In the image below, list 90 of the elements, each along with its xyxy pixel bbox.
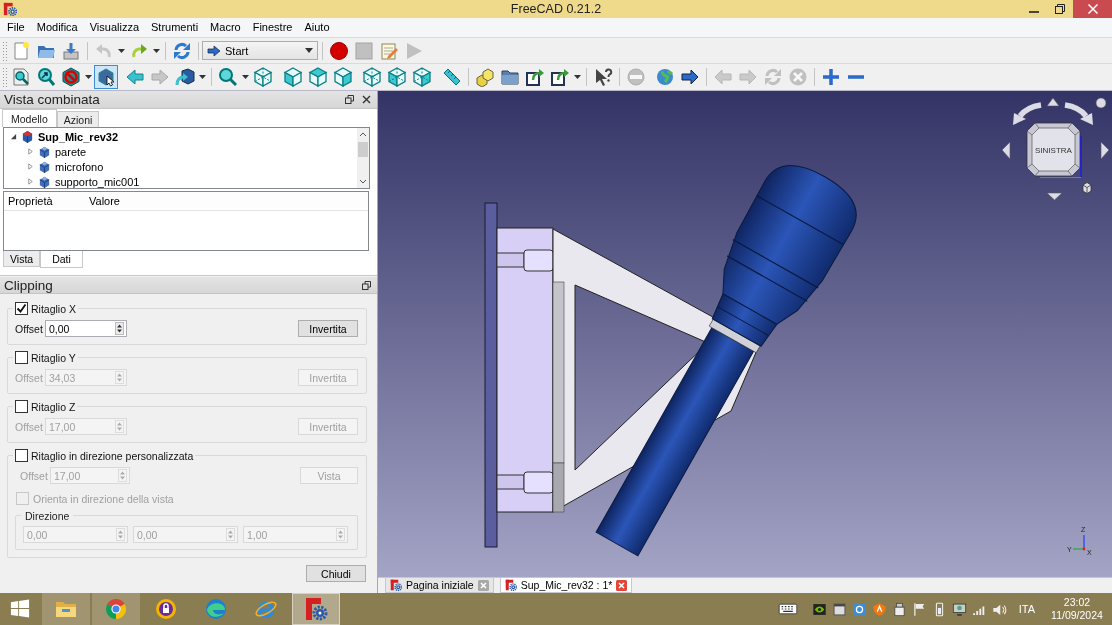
lock-badge-icon xyxy=(154,597,178,621)
axis-lines-drawing xyxy=(1072,534,1086,551)
panel-title: Clipping xyxy=(4,277,54,293)
zoom-icon[interactable] xyxy=(216,65,240,89)
close-icon xyxy=(1087,4,1098,14)
up-arrow-icon[interactable] xyxy=(1046,97,1060,107)
clock-time[interactable]: 23:02 xyxy=(1063,596,1091,609)
clock-date[interactable]: 11/09/2024 xyxy=(1051,609,1103,622)
app-logo-icon xyxy=(504,579,517,591)
spin-arrows-icon[interactable] xyxy=(115,322,124,335)
isometric-view-icon[interactable] xyxy=(251,65,275,89)
swirl-icon xyxy=(204,597,228,621)
caret-icon xyxy=(305,48,313,53)
group-label: Direzione xyxy=(24,509,71,522)
rotate-right-icon[interactable] xyxy=(1064,102,1093,125)
expander-icon[interactable] xyxy=(10,133,17,140)
rear-view-icon[interactable] xyxy=(360,65,384,89)
checkbox[interactable] xyxy=(15,302,28,315)
solid-icon xyxy=(38,160,51,173)
window-title: FreeCAD 0.21.2 xyxy=(510,2,602,16)
menu-item[interactable]: File xyxy=(1,19,31,36)
column-header[interactable]: Proprietà xyxy=(4,195,85,207)
workbench-dropdown[interactable]: Start xyxy=(202,41,318,60)
float-icon[interactable] xyxy=(345,95,354,104)
bottom-view-icon[interactable] xyxy=(385,65,409,89)
close-icon[interactable] xyxy=(616,579,628,591)
solid-icon xyxy=(38,175,51,188)
panel-title: Vista combinata xyxy=(4,92,101,107)
pin xyxy=(496,249,554,272)
spin-box[interactable]: 0,00 xyxy=(45,320,127,337)
menu-item[interactable]: Modifica xyxy=(30,19,84,36)
tab[interactable]: Azioni xyxy=(56,111,100,127)
tree-item[interactable]: parete xyxy=(55,145,87,158)
field-label: Offset xyxy=(15,371,44,384)
cube-face-label: SINISTRA xyxy=(1035,145,1072,155)
invert-button[interactable]: Invertita xyxy=(298,320,358,337)
tree-item[interactable]: supporto_mic001 xyxy=(55,175,140,188)
menu-item[interactable]: Macro xyxy=(204,19,247,36)
tab[interactable]: Modello xyxy=(2,109,57,127)
column-header[interactable]: Valore xyxy=(85,195,166,207)
checkbox[interactable] xyxy=(15,400,28,413)
view-cube[interactable] xyxy=(1026,122,1082,179)
tree-item[interactable]: Sup_Mic_rev32 xyxy=(38,130,119,143)
checkbox[interactable] xyxy=(15,449,28,462)
left-view-icon[interactable] xyxy=(410,65,434,89)
document-tab[interactable]: Pagina iniziale xyxy=(385,578,494,593)
taskbar-button[interactable] xyxy=(292,593,340,625)
menu-item[interactable]: Strumenti xyxy=(145,19,205,36)
restore-icon xyxy=(1055,4,1065,14)
dot-icon[interactable] xyxy=(1095,97,1107,109)
window-icon[interactable] xyxy=(830,600,848,618)
menu-item[interactable]: Visualizza xyxy=(83,19,146,36)
down-arrow-icon[interactable] xyxy=(1046,192,1063,201)
cube-cursor-icon[interactable] xyxy=(93,65,118,89)
tree-item[interactable]: microfono xyxy=(55,160,104,173)
close-button[interactable] xyxy=(1073,0,1112,18)
document-tab[interactable]: Sup_Mic_rev32 : 1* xyxy=(499,578,633,593)
checkbox-label[interactable]: Ritaglio Y xyxy=(31,351,76,364)
right-arrow-icon[interactable] xyxy=(1100,141,1110,160)
checkbox-label[interactable]: Ritaglio Z xyxy=(31,400,76,413)
field-label: Offset xyxy=(20,469,49,482)
tab[interactable]: Vista xyxy=(3,251,41,267)
app-logo-icon xyxy=(390,579,402,591)
close-button[interactable]: Chiudi xyxy=(306,565,366,582)
segmented-circle-icon xyxy=(104,597,128,621)
checkbox-label[interactable]: Ritaglio X xyxy=(31,302,76,315)
field-label: Offset xyxy=(15,322,44,335)
checkbox[interactable] xyxy=(15,351,28,364)
solid-icon xyxy=(38,145,51,158)
document-icon xyxy=(21,130,34,143)
tab[interactable]: Dati xyxy=(40,251,83,268)
checkbox-label[interactable]: Ritaglio in direzione personalizzata xyxy=(31,449,194,462)
close-icon[interactable] xyxy=(362,95,371,104)
app-logo-icon xyxy=(304,597,328,621)
minimize-icon xyxy=(1029,11,1039,13)
shield-icon[interactable] xyxy=(870,600,888,618)
app-logo-icon xyxy=(3,2,17,16)
field-label: Offset xyxy=(15,420,44,433)
monitor-icon[interactable] xyxy=(950,600,968,618)
menu-item[interactable]: Aiuto xyxy=(298,19,336,36)
scrollbar[interactable] xyxy=(357,128,369,188)
rotate-left-icon[interactable] xyxy=(1013,102,1042,125)
float-icon[interactable] xyxy=(362,280,371,290)
language-indicator[interactable]: ITA xyxy=(1018,603,1035,615)
arrow-icon xyxy=(207,44,221,57)
mini-cube-icon[interactable] xyxy=(1082,182,1092,194)
windows-logo-icon xyxy=(10,599,30,619)
pin xyxy=(496,471,554,494)
left-arrow-icon[interactable] xyxy=(1001,141,1011,160)
menu-item[interactable]: Finestre xyxy=(246,19,299,36)
